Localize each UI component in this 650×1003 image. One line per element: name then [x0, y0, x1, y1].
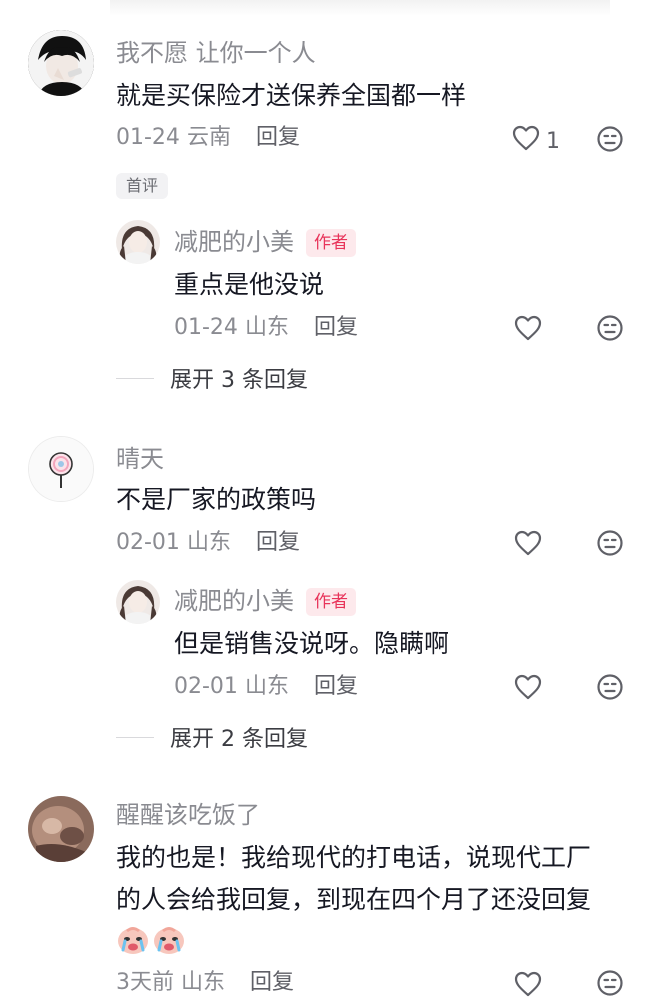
reply-meta: 02-01 山东 回复 [174, 672, 358, 702]
reply-content: 重点是他没说 [174, 270, 325, 299]
reply-button[interactable]: 回复 [250, 970, 294, 995]
like-button[interactable] [514, 971, 542, 1003]
first-comment-badge: 首评 [116, 173, 169, 199]
comment-username[interactable]: 醒醒该吃饭了 [116, 800, 260, 830]
dislike-button[interactable] [596, 673, 624, 705]
avatar[interactable] [116, 220, 160, 264]
comment-date: 3天前 [116, 970, 174, 995]
expand-divider [116, 377, 154, 379]
comment-content: 就是买保险才送保养全国都一样 [116, 81, 467, 110]
previous-content-edge [110, 0, 610, 16]
heart-outline-icon [514, 971, 542, 1003]
comment-username[interactable]: 我不愿 让你一个人 [116, 38, 316, 68]
emoji-row [116, 922, 186, 960]
reply-button[interactable]: 回复 [314, 674, 358, 699]
comment-date: 02-01 [116, 530, 180, 555]
author-badge: 作者 [306, 229, 356, 257]
expand-replies-label[interactable]: 展开 2 条回复 [170, 721, 308, 753]
comment-content: 不是厂家的政策吗 [116, 485, 317, 514]
expand-replies-label[interactable]: 展开 3 条回复 [170, 362, 308, 394]
neutral-face-icon [596, 970, 624, 1001]
expand-divider [116, 736, 154, 738]
reply-date: 02-01 [174, 674, 238, 699]
neutral-face-icon [596, 126, 624, 157]
avatar[interactable] [28, 796, 94, 862]
like-button[interactable]: 1 [512, 125, 560, 157]
reply-content: 但是销售没说呀。隐瞒啊 [174, 629, 450, 658]
heart-outline-icon [512, 125, 540, 157]
comment-content-line-2: 的人会给我回复，到现在四个月了还没回复 [116, 885, 592, 914]
expand-replies-button[interactable]: 展开 2 条回复 [116, 721, 308, 753]
avatar[interactable] [28, 30, 94, 96]
neutral-face-icon [596, 674, 624, 705]
comment-location: 山东 [181, 970, 226, 995]
dislike-button[interactable] [596, 125, 624, 157]
like-button[interactable] [514, 674, 542, 706]
comment-content-line-1: 我的也是！我给现代的打电话，说现代工厂 [116, 843, 592, 872]
crying-emoji-icon [116, 922, 150, 960]
reply-username[interactable]: 减肥的小美 作者 [174, 227, 356, 257]
comment-meta: 01-24 云南 回复 [116, 123, 300, 153]
heart-outline-icon [514, 315, 542, 347]
comment-meta: 02-01 山东 回复 [116, 528, 300, 558]
heart-outline-icon [514, 674, 542, 706]
comment-meta: 3天前 山东 回复 [116, 968, 294, 998]
reply-button[interactable]: 回复 [256, 125, 300, 150]
reply-meta: 01-24 山东 回复 [174, 313, 358, 343]
reply-date: 01-24 [174, 315, 238, 340]
reply-author-name[interactable]: 减肥的小美 [174, 587, 294, 615]
comment-username[interactable]: 晴天 [116, 444, 164, 474]
neutral-face-icon [596, 530, 624, 561]
reply-location: 山东 [244, 674, 289, 699]
dislike-button[interactable] [596, 314, 624, 346]
avatar[interactable] [28, 436, 94, 502]
comment-location: 云南 [186, 125, 231, 150]
reply-button[interactable]: 回复 [256, 530, 300, 555]
reply-location: 山东 [244, 315, 289, 340]
author-badge: 作者 [306, 588, 356, 616]
reply-username[interactable]: 减肥的小美 作者 [174, 586, 356, 616]
like-button[interactable] [514, 315, 542, 347]
like-button[interactable] [514, 530, 542, 562]
expand-replies-button[interactable]: 展开 3 条回复 [116, 362, 308, 394]
dislike-button[interactable] [596, 529, 624, 561]
reply-button[interactable]: 回复 [314, 315, 358, 340]
dislike-button[interactable] [596, 969, 624, 1001]
comment-date: 01-24 [116, 125, 180, 150]
neutral-face-icon [596, 315, 624, 346]
comment-location: 山东 [186, 530, 231, 555]
crying-emoji-icon [152, 922, 186, 960]
reply-author-name[interactable]: 减肥的小美 [174, 228, 294, 256]
avatar[interactable] [116, 580, 160, 624]
heart-outline-icon [514, 530, 542, 562]
like-count: 1 [546, 128, 560, 154]
